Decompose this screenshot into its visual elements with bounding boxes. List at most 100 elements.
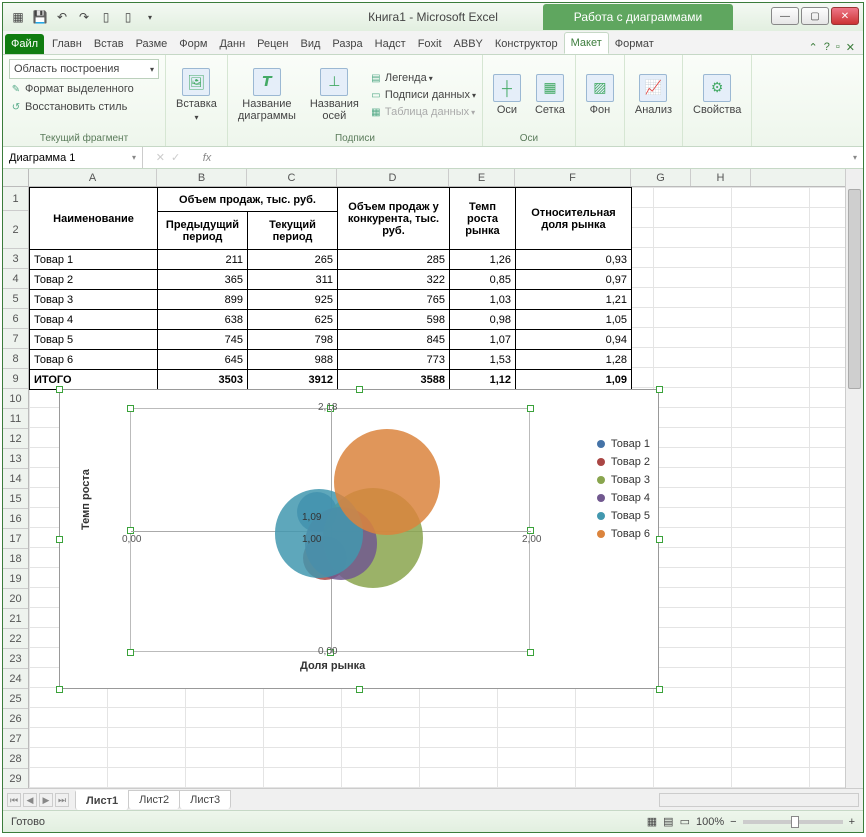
selection-handle[interactable] [527, 649, 534, 656]
row-header[interactable]: 18 [3, 549, 28, 569]
legend-item[interactable]: Товар 2 [597, 456, 650, 468]
row-header[interactable]: 21 [3, 609, 28, 629]
row-header[interactable]: 1 [3, 187, 28, 211]
tab-ctx-format[interactable]: Формат [609, 34, 660, 54]
fx-label[interactable]: fx [193, 152, 221, 164]
column-header[interactable]: A [29, 169, 157, 186]
row-header[interactable]: 27 [3, 729, 28, 749]
row-header[interactable]: 2 [3, 211, 28, 249]
worksheet[interactable]: ABCDEFGH 1234567891011121314151617181920… [3, 169, 863, 788]
cell[interactable]: 1,21 [516, 290, 632, 310]
cell[interactable]: Товар 4 [30, 310, 158, 330]
chart-legend[interactable]: Товар 1Товар 2Товар 3Товар 4Товар 5Товар… [597, 438, 650, 546]
header-cell[interactable]: Текущий период [248, 212, 338, 250]
cell[interactable]: 645 [158, 350, 248, 370]
row-header[interactable]: 25 [3, 689, 28, 709]
cell[interactable]: 598 [338, 310, 450, 330]
row-header[interactable]: 14 [3, 469, 28, 489]
cell[interactable]: 311 [248, 270, 338, 290]
view-break-icon[interactable]: ▭ [680, 815, 690, 828]
cell[interactable]: 0,85 [450, 270, 516, 290]
tab-insert[interactable]: Встав [88, 34, 130, 54]
tab-formulas[interactable]: Форм [173, 34, 213, 54]
tab-pagelayout[interactable]: Разме [130, 34, 174, 54]
view-normal-icon[interactable]: ▦ [647, 815, 657, 828]
header-cell[interactable]: Наименование [30, 188, 158, 250]
cell[interactable]: Товар 1 [30, 250, 158, 270]
undo-icon[interactable]: ↶ [53, 8, 71, 26]
row-header[interactable]: 28 [3, 749, 28, 769]
selection-handle[interactable] [656, 686, 663, 693]
column-header[interactable]: F [515, 169, 631, 186]
row-header[interactable]: 17 [3, 529, 28, 549]
tab-home[interactable]: Главн [46, 34, 88, 54]
cell[interactable]: 845 [338, 330, 450, 350]
properties-button[interactable]: ⚙Свойства [689, 72, 745, 118]
workbook-close-icon[interactable]: ✕ [846, 41, 855, 54]
qat-icon[interactable]: ▯ [97, 8, 115, 26]
chart-element-selector[interactable]: Область построения ▾ [9, 59, 159, 79]
zoom-slider[interactable] [743, 820, 843, 824]
cell[interactable]: 1,07 [450, 330, 516, 350]
last-sheet-icon[interactable]: ⏭ [55, 793, 69, 807]
cell[interactable]: Товар 6 [30, 350, 158, 370]
vertical-scrollbar[interactable] [845, 169, 863, 788]
legend-item[interactable]: Товар 6 [597, 528, 650, 540]
selection-handle[interactable] [56, 686, 63, 693]
first-sheet-icon[interactable]: ⏮ [7, 793, 21, 807]
cell[interactable]: 1,26 [450, 250, 516, 270]
row-header[interactable]: 5 [3, 289, 28, 309]
tab-addins[interactable]: Надст [369, 34, 412, 54]
tab-ctx-design[interactable]: Конструктор [489, 34, 564, 54]
tab-file[interactable]: Файл [5, 34, 44, 54]
tab-view[interactable]: Вид [295, 34, 327, 54]
row-header[interactable]: 4 [3, 269, 28, 289]
maximize-button[interactable]: ▢ [801, 7, 829, 25]
sheet-tab[interactable]: Лист1 [75, 790, 129, 810]
legend-button[interactable]: ▤Легенда ▾ [369, 70, 476, 86]
cell[interactable]: 285 [338, 250, 450, 270]
cell[interactable]: 265 [248, 250, 338, 270]
selection-handle[interactable] [127, 649, 134, 656]
row-header[interactable]: 6 [3, 309, 28, 329]
legend-item[interactable]: Товар 5 [597, 510, 650, 522]
row-header[interactable]: 16 [3, 509, 28, 529]
tab-developer[interactable]: Разра [326, 34, 368, 54]
plot-area[interactable] [130, 408, 530, 652]
selection-handle[interactable] [527, 405, 534, 412]
column-headers[interactable]: ABCDEFGH [29, 169, 845, 187]
cell[interactable]: 0,98 [450, 310, 516, 330]
tab-data[interactable]: Данн [213, 34, 251, 54]
tab-ctx-layout[interactable]: Макет [564, 32, 609, 54]
data-labels-button[interactable]: ▭Подписи данных ▾ [369, 87, 476, 103]
column-header[interactable]: H [691, 169, 751, 186]
minimize-button[interactable]: — [771, 7, 799, 25]
gridlines-button[interactable]: ▦Сетка [531, 72, 569, 118]
prev-sheet-icon[interactable]: ◀ [23, 793, 37, 807]
cell[interactable]: 3588 [338, 370, 450, 390]
cell[interactable]: 745 [158, 330, 248, 350]
row-header[interactable]: 11 [3, 409, 28, 429]
cell[interactable]: 1,12 [450, 370, 516, 390]
window-restore-icon[interactable]: ▫ [836, 41, 840, 54]
row-header[interactable]: 12 [3, 429, 28, 449]
cell[interactable]: 798 [248, 330, 338, 350]
cell[interactable]: 1,05 [516, 310, 632, 330]
row-header[interactable]: 29 [3, 769, 28, 788]
cell[interactable]: 773 [338, 350, 450, 370]
cell[interactable]: 322 [338, 270, 450, 290]
selection-handle[interactable] [56, 386, 63, 393]
selection-handle[interactable] [127, 405, 134, 412]
row-header[interactable]: 15 [3, 489, 28, 509]
selection-handle[interactable] [56, 536, 63, 543]
expand-formula-icon[interactable]: ▾ [847, 153, 863, 162]
header-cell[interactable]: Относительная доля рынка [516, 188, 632, 250]
cell[interactable]: 3503 [158, 370, 248, 390]
row-header[interactable]: 9 [3, 369, 28, 389]
zoom-value[interactable]: 100% [696, 816, 724, 828]
cell[interactable]: 1,09 [516, 370, 632, 390]
cell[interactable]: 211 [158, 250, 248, 270]
cell[interactable]: Товар 3 [30, 290, 158, 310]
row-header[interactable]: 20 [3, 589, 28, 609]
cell[interactable]: 1,28 [516, 350, 632, 370]
